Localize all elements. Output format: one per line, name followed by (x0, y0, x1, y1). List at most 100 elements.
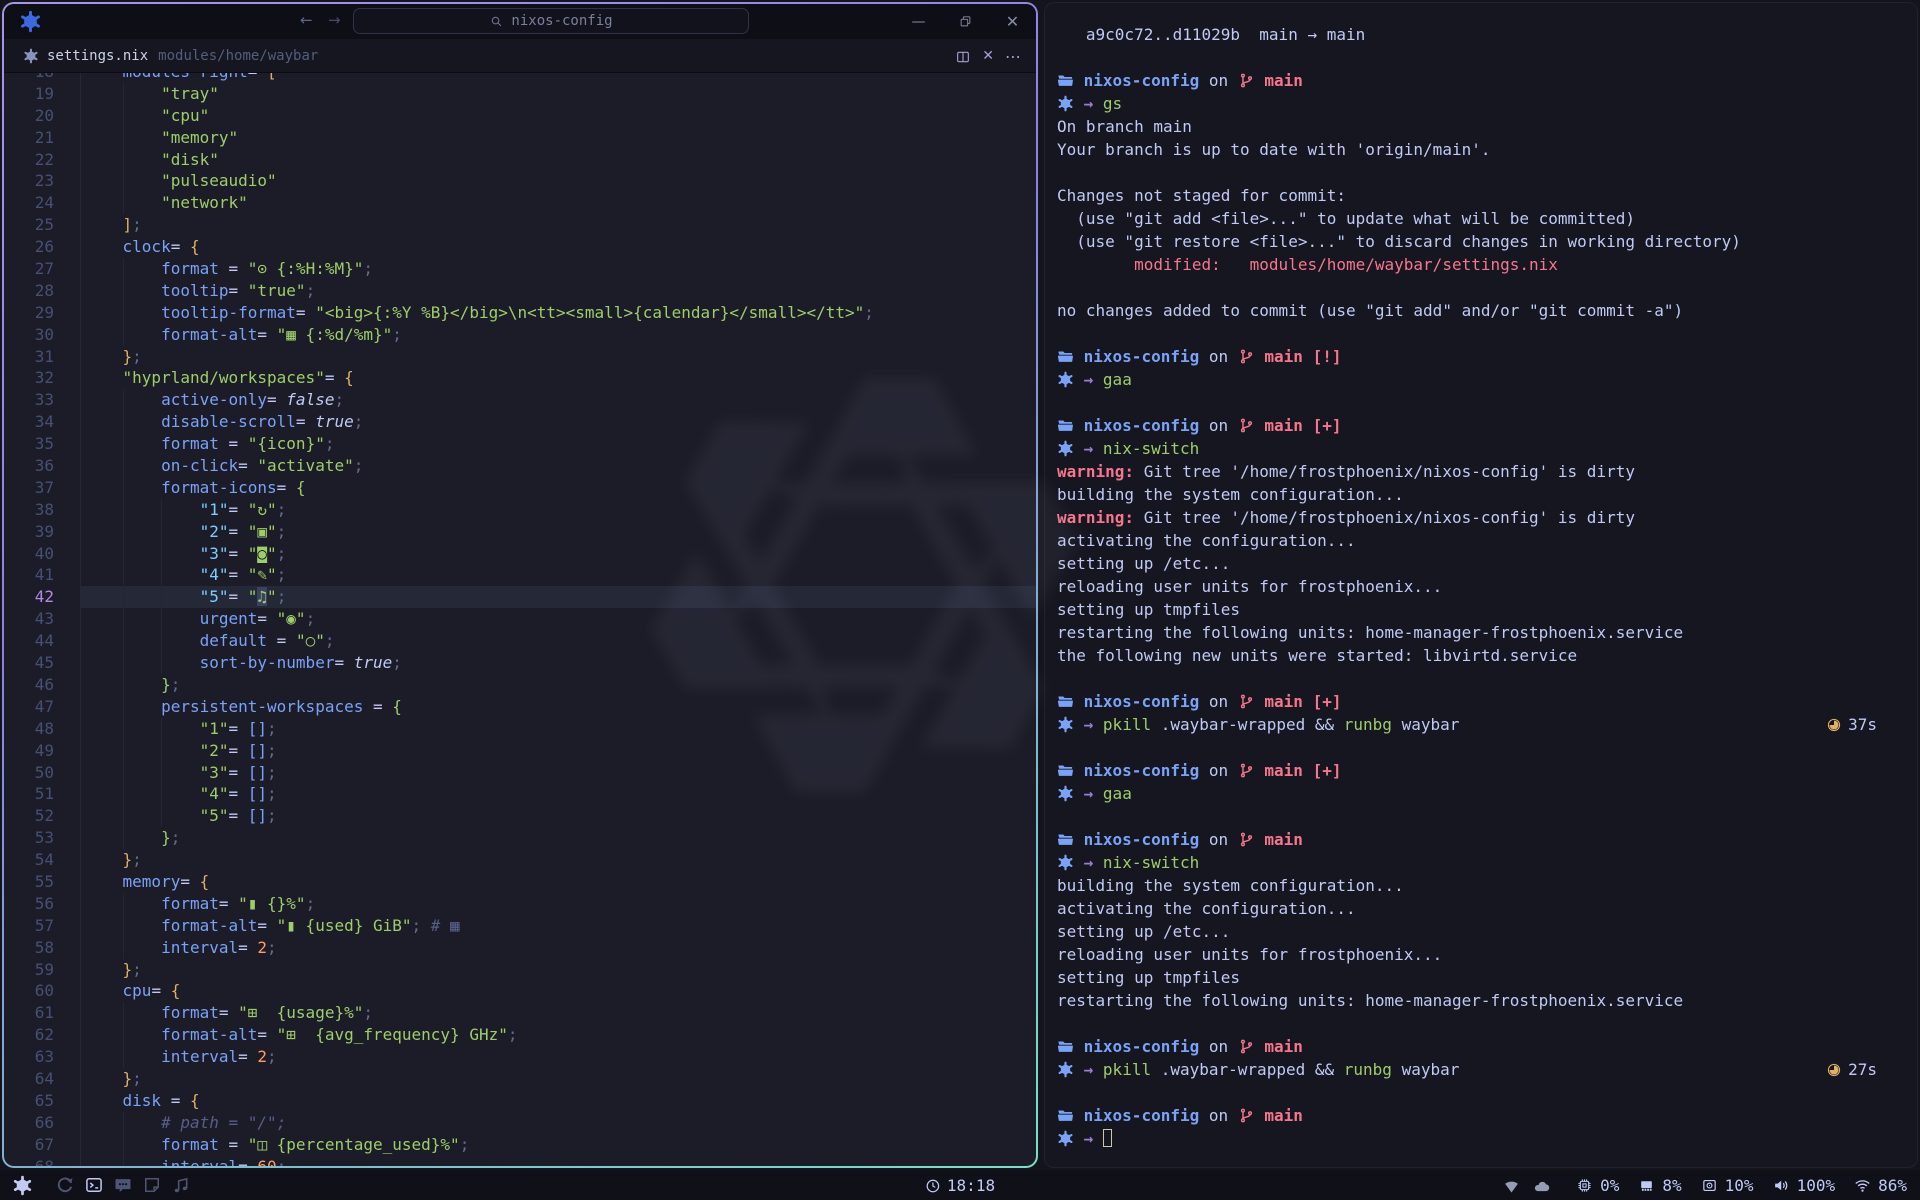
code-line[interactable]: 47 persistent-workspaces = { (4, 696, 1036, 718)
code-line[interactable]: 57 format-alt= "▮ {used} GiB"; # ▦ (4, 915, 1036, 937)
tray-cloud-tray-button[interactable] (1533, 1176, 1550, 1195)
terminal-line (1057, 393, 1905, 416)
line-number: 61 (4, 1002, 54, 1024)
code-line[interactable]: 41 "4"= "✎"; (4, 564, 1036, 586)
terminal-line (1057, 278, 1905, 301)
terminal-line (1057, 669, 1905, 692)
code-line[interactable]: 22 "disk" (4, 149, 1036, 171)
folder-icon (1057, 1107, 1074, 1124)
terminal-prompt-line: nixos-config on main (1057, 71, 1905, 94)
code-line[interactable]: 39 "2"= "▣"; (4, 521, 1036, 543)
code-line[interactable]: 65 disk = { (4, 1090, 1036, 1112)
minimize-button[interactable]: — (895, 14, 942, 30)
code-line[interactable]: 67 format = "◫ {percentage_used}%"; (4, 1134, 1036, 1156)
code-line[interactable]: 21 "memory" (4, 127, 1036, 149)
code-line[interactable]: 59 }; (4, 959, 1036, 981)
code-line[interactable]: 51 "4"= []; (4, 783, 1036, 805)
workspace-5-button[interactable] (171, 1175, 191, 1196)
code-line[interactable]: 32 "hyprland/workspaces"= { (4, 367, 1036, 389)
hdd-module[interactable]: 10% (1701, 1176, 1754, 1195)
tab-settings-nix[interactable]: settings.nix modules/home/waybar (4, 48, 318, 64)
cpu-chip-module[interactable]: 0% (1576, 1176, 1619, 1195)
code-line[interactable]: 60 cpu= { (4, 980, 1036, 1002)
code-line[interactable]: 61 format= "⊞ {usage}%"; (4, 1002, 1036, 1024)
terminal-line (1057, 324, 1905, 347)
code-line[interactable]: 68 interval= 60; (4, 1156, 1036, 1166)
line-number: 40 (4, 543, 54, 565)
code-line[interactable]: 38 "1"= "↻"; (4, 499, 1036, 521)
code-line[interactable]: 20 "cpu" (4, 105, 1036, 127)
code-line[interactable]: 42 "5"= "♫"; (4, 586, 1036, 608)
terminal-window[interactable]: a9c0c72..d11029b main → main nixos-confi… (1044, 2, 1918, 1168)
line-number: 35 (4, 433, 54, 455)
tray-network-tray-button[interactable] (1503, 1176, 1520, 1195)
workspace-1-button[interactable] (55, 1175, 75, 1196)
workspace-4-button[interactable] (142, 1175, 162, 1196)
code-line[interactable]: 26 clock= { (4, 236, 1036, 258)
project-search-box[interactable]: nixos-config (353, 8, 749, 34)
code-line[interactable]: 35 format = "{icon}"; (4, 433, 1036, 455)
folder-icon (1057, 348, 1074, 365)
split-pane-icon[interactable] (955, 47, 971, 66)
nix-launcher-icon[interactable] (12, 1175, 33, 1196)
code-line[interactable]: 45 sort-by-number= true; (4, 652, 1036, 674)
code-line[interactable]: 48 "1"= []; (4, 718, 1036, 740)
code-line[interactable]: 55 memory= { (4, 871, 1036, 893)
code-line[interactable]: 66 # path = "/"; (4, 1112, 1036, 1134)
git-branch-icon (1238, 1107, 1255, 1124)
speaker-module[interactable]: 100% (1773, 1176, 1836, 1195)
terminal-line: → gaa (1057, 370, 1905, 393)
code-line[interactable]: 27 format = "⊙ {:%H:%M}"; (4, 258, 1036, 280)
code-line[interactable]: 52 "5"= []; (4, 805, 1036, 827)
more-options-icon[interactable]: ⋯ (1005, 47, 1022, 66)
magnifier-icon (489, 14, 504, 29)
code-line[interactable]: 62 format-alt= "⊞ {avg_frequency} GHz"; (4, 1024, 1036, 1046)
code-line[interactable]: 40 "3"= "◙"; (4, 543, 1036, 565)
terminal-line (1057, 738, 1905, 761)
code-line[interactable]: 33 active-only= false; (4, 389, 1036, 411)
line-number: 32 (4, 367, 54, 389)
terminal-line: a9c0c72..d11029b main → main (1057, 25, 1905, 48)
search-value: nixos-config (511, 13, 612, 29)
code-line[interactable]: 29 tooltip-format= "<big>{:%Y %B}</big>\… (4, 302, 1036, 324)
code-line[interactable]: 53 }; (4, 827, 1036, 849)
nav-forward-button[interactable]: → (328, 11, 341, 29)
code-line[interactable]: 34 disable-scroll= true; (4, 411, 1036, 433)
code-line[interactable]: 63 interval= 2; (4, 1046, 1036, 1068)
code-line[interactable]: 36 on-click= "activate"; (4, 455, 1036, 477)
code-line[interactable]: 30 format-alt= "▦ {:%d/%m}"; (4, 324, 1036, 346)
nav-back-button[interactable]: ← (300, 11, 313, 29)
code-line[interactable]: 44 default = "○"; (4, 630, 1036, 652)
restore-button[interactable] (942, 14, 989, 30)
code-line[interactable]: 46 }; (4, 674, 1036, 696)
code-line[interactable]: 64 }; (4, 1068, 1036, 1090)
code-line[interactable]: 54 }; (4, 849, 1036, 871)
workspace-2-button[interactable] (84, 1175, 104, 1196)
code-line[interactable]: 37 format-icons= { (4, 477, 1036, 499)
close-button[interactable]: ✕ (989, 12, 1036, 31)
terminal-line: → gs (1057, 94, 1905, 117)
nix-snowflake-icon (1057, 440, 1074, 457)
code-line[interactable]: 31 }; (4, 346, 1036, 368)
nix-snowflake-icon (12, 1175, 33, 1196)
project-icon[interactable] (19, 10, 42, 33)
code-line[interactable]: 18 modules-right= [ (4, 73, 1036, 83)
code-line[interactable]: 58 interval= 2; (4, 937, 1036, 959)
code-line[interactable]: 50 "3"= []; (4, 762, 1036, 784)
clock-module[interactable]: 18:18 (925, 1170, 995, 1200)
wifi-module[interactable]: 86% (1854, 1176, 1907, 1195)
code-editor[interactable]: 18 modules-right= [19 "tray"20 "cpu"21 "… (4, 73, 1036, 1166)
close-tab-icon[interactable]: ✕ (982, 48, 994, 64)
line-number: 27 (4, 258, 54, 280)
code-line[interactable]: 19 "tray" (4, 83, 1036, 105)
terminal-prompt-line: nixos-config on main (1057, 1106, 1905, 1129)
mem-stick-module[interactable]: 8% (1638, 1176, 1681, 1195)
code-line[interactable]: 25 ]; (4, 214, 1036, 236)
code-line[interactable]: 56 format= "▮ {}%"; (4, 893, 1036, 915)
code-line[interactable]: 24 "network" (4, 192, 1036, 214)
code-line[interactable]: 28 tooltip= "true"; (4, 280, 1036, 302)
code-line[interactable]: 23 "pulseaudio" (4, 170, 1036, 192)
workspace-3-button[interactable] (113, 1175, 133, 1196)
code-line[interactable]: 49 "2"= []; (4, 740, 1036, 762)
code-line[interactable]: 43 urgent= "◉"; (4, 608, 1036, 630)
